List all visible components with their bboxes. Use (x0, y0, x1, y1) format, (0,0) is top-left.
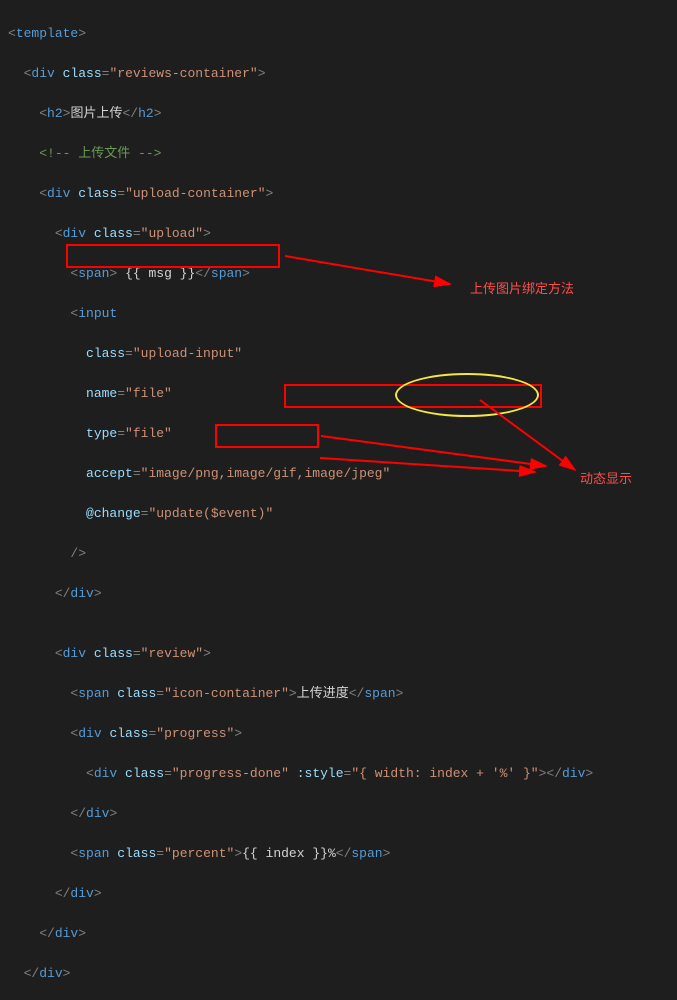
code-line: <!-- 上传文件 --> (8, 144, 669, 164)
code-line: accept="image/png,image/gif,image/jpeg" (8, 464, 669, 484)
code-line: </div> (8, 924, 669, 944)
code-line: <span class="icon-container">上传进度</span> (8, 684, 669, 704)
code-line: <div class="reviews-container"> (8, 64, 669, 84)
code-line: </div> (8, 584, 669, 604)
code-line: type="file" (8, 424, 669, 444)
code-line: @change="update($event)" (8, 504, 669, 524)
code-line: <input (8, 304, 669, 324)
code-line: <div class="progress"> (8, 724, 669, 744)
code-line: <template> (8, 24, 669, 44)
code-line: /> (8, 544, 669, 564)
code-line: class="upload-input" (8, 344, 669, 364)
code-editor: <template> <div class="reviews-container… (0, 0, 677, 1000)
code-line: </div> (8, 804, 669, 824)
code-line: <div class="upload-container"> (8, 184, 669, 204)
code-line: <span> {{ msg }}</span> (8, 264, 669, 284)
code-line: </div> (8, 884, 669, 904)
code-line: <div class="progress-done" :style="{ wid… (8, 764, 669, 784)
code-line: name="file" (8, 384, 669, 404)
code-line: <h2>图片上传</h2> (8, 104, 669, 124)
code-line: </div> (8, 964, 669, 984)
code-line: <span class="percent">{{ index }}%</span… (8, 844, 669, 864)
code-line: <div class="upload"> (8, 224, 669, 244)
code-line: <div class="review"> (8, 644, 669, 664)
